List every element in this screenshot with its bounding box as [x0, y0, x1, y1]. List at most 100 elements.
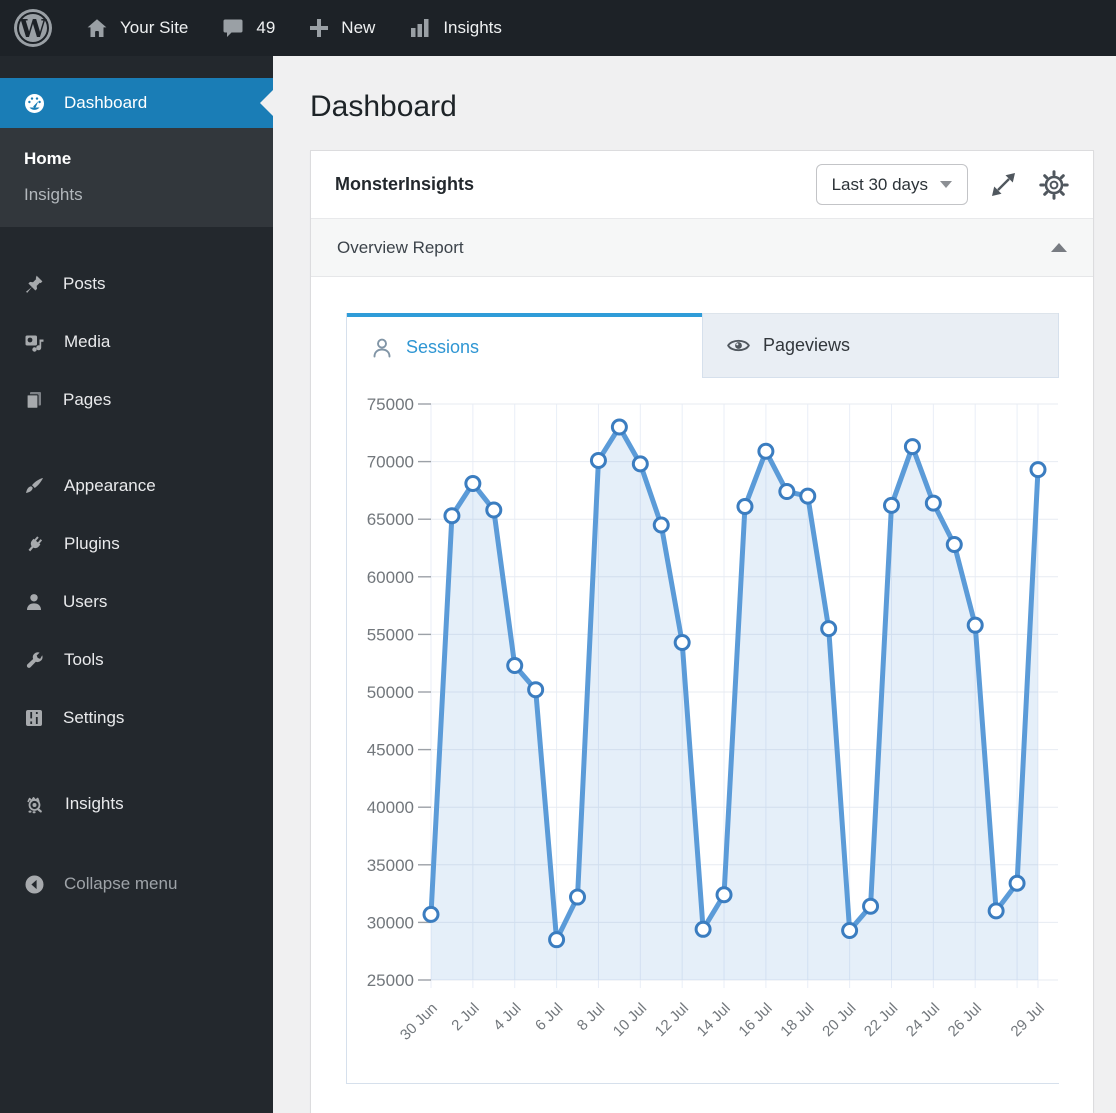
settings-sliders-icon	[26, 710, 42, 726]
sidebar-item-tools-label: Tools	[64, 650, 104, 669]
adminbar-new-label: New	[341, 18, 376, 37]
svg-text:30000: 30000	[367, 913, 414, 932]
admin-content: Dashboard MonsterInsights Last 30 days O…	[273, 56, 1116, 1113]
dashboard-submenu: Home Insights	[0, 128, 273, 227]
svg-text:50000: 50000	[367, 683, 414, 702]
eye-icon	[727, 339, 750, 352]
overview-report-title: Overview Report	[337, 237, 464, 257]
tab-pageviews-label: Pageviews	[763, 335, 851, 355]
adminbar-insights[interactable]: Insights	[408, 16, 502, 40]
sidebar-item-users-label: Users	[63, 592, 108, 611]
date-range-dropdown[interactable]: Last 30 days	[815, 164, 968, 205]
page-title: Dashboard	[310, 90, 457, 123]
menu-group-content: Posts Media Pages	[0, 255, 273, 429]
admin-bar: W Your Site 49 New Insights	[0, 0, 1116, 56]
adminbar-insights-label: Insights	[443, 18, 502, 37]
adminbar-comments[interactable]: 49	[221, 16, 275, 40]
menu-group-insights: Insights	[0, 775, 273, 833]
svg-text:2 Jul: 2 Jul	[448, 1000, 482, 1034]
plus-icon	[308, 17, 330, 39]
svg-text:24 Jul: 24 Jul	[903, 1000, 943, 1040]
svg-text:25000: 25000	[367, 971, 414, 990]
svg-text:55000: 55000	[367, 625, 414, 644]
sidebar-item-users[interactable]: Users	[0, 573, 273, 631]
svg-text:8 Jul: 8 Jul	[574, 1000, 608, 1034]
chart-block: Sessions Pageviews 25000 30000 35000 40000 4…	[346, 313, 1060, 1084]
svg-text:35000: 35000	[367, 856, 414, 875]
collapse-menu-label: Collapse menu	[64, 874, 178, 893]
tab-sessions[interactable]: Sessions	[347, 313, 702, 378]
sidebar-item-appearance[interactable]: Appearance	[0, 457, 273, 515]
widget-body: Sessions Pageviews 25000 30000 35000 40000 4…	[311, 277, 1093, 1113]
submenu-item-home[interactable]: Home	[0, 141, 273, 177]
sidebar-item-insights-label: Insights	[65, 794, 124, 813]
adminbar-your-site-label: Your Site	[120, 18, 189, 37]
svg-text:29 Jul: 29 Jul	[1008, 1000, 1048, 1040]
plug-icon	[28, 535, 43, 551]
user-icon	[27, 594, 41, 610]
svg-text:65000: 65000	[367, 510, 414, 529]
wrench-icon	[26, 651, 43, 668]
comments-icon	[221, 16, 245, 40]
svg-text:22 Jul: 22 Jul	[861, 1000, 901, 1040]
sessions-line-chart: 25000 30000 35000 40000 45000 50000 55000 60000…	[347, 378, 1060, 1083]
pages-icon	[26, 392, 41, 409]
overview-report-header[interactable]: Overview Report	[311, 219, 1093, 277]
collapse-arrow-icon	[25, 875, 44, 893]
svg-text:4 Jul: 4 Jul	[490, 1000, 524, 1034]
widget-title: MonsterInsights	[335, 174, 475, 194]
sidebar-item-settings[interactable]: Settings	[0, 689, 273, 747]
expand-report-button[interactable]	[990, 171, 1017, 198]
svg-text:30 Jun: 30 Jun	[397, 1000, 441, 1044]
wordpress-logo-ring	[17, 12, 49, 44]
svg-text:16 Jul: 16 Jul	[735, 1000, 775, 1040]
sidebar-item-plugins[interactable]: Plugins	[0, 515, 273, 573]
admin-sidebar: Dashboard Home Insights Posts Media Page…	[0, 56, 273, 1113]
widget-settings-button[interactable]	[1039, 169, 1069, 200]
home-icon	[85, 16, 109, 40]
gear-icon	[1039, 169, 1069, 200]
sidebar-item-pages-label: Pages	[63, 390, 112, 409]
sidebar-item-plugins-label: Plugins	[64, 534, 120, 553]
menu-group-site: Appearance Plugins Users Tools Settings	[0, 457, 273, 747]
sidebar-item-insights[interactable]: Insights	[0, 775, 273, 833]
tab-pageviews[interactable]: Pageviews	[702, 313, 1058, 378]
tab-sessions-label: Sessions	[406, 337, 480, 357]
svg-text:45000: 45000	[367, 741, 414, 760]
svg-text:20 Jul: 20 Jul	[819, 1000, 859, 1040]
wordpress-logo[interactable]: W	[14, 9, 52, 47]
sidebar-item-pages[interactable]: Pages	[0, 371, 273, 429]
svg-text:70000: 70000	[367, 453, 414, 472]
dashboard-gauge-icon	[25, 93, 44, 113]
sidebar-item-dashboard[interactable]: Dashboard	[0, 78, 273, 128]
paintbrush-icon	[26, 477, 43, 493]
report-tabs: Sessions Pageviews	[347, 313, 1058, 378]
media-icon	[25, 335, 44, 352]
submenu-item-insights[interactable]: Insights	[0, 177, 273, 213]
active-item-notch	[260, 90, 273, 116]
pushpin-icon	[26, 275, 43, 293]
svg-text:10 Jul: 10 Jul	[610, 1000, 650, 1040]
bar-chart-icon	[408, 16, 432, 40]
collapse-menu-button[interactable]: Collapse menu	[0, 855, 273, 913]
monsterinsights-icon	[27, 797, 42, 814]
svg-text:26 Jul: 26 Jul	[945, 1000, 985, 1040]
adminbar-comments-count: 49	[256, 18, 276, 37]
monsterinsights-widget: MonsterInsights Last 30 days Overview Re…	[310, 150, 1094, 1113]
sidebar-item-media[interactable]: Media	[0, 313, 273, 371]
sidebar-item-dashboard-label: Dashboard	[64, 93, 148, 112]
sidebar-item-posts-label: Posts	[63, 274, 106, 293]
svg-text:75000: 75000	[367, 395, 414, 414]
date-range-label: Last 30 days	[831, 174, 928, 194]
widget-header: MonsterInsights Last 30 days	[311, 151, 1093, 219]
adminbar-new[interactable]: New	[308, 17, 375, 39]
sidebar-item-settings-label: Settings	[63, 708, 125, 727]
svg-text:18 Jul: 18 Jul	[777, 1000, 817, 1040]
sidebar-item-tools[interactable]: Tools	[0, 631, 273, 689]
chevron-down-icon	[940, 181, 952, 188]
adminbar-your-site[interactable]: Your Site	[85, 16, 188, 40]
sidebar-item-posts[interactable]: Posts	[0, 255, 273, 313]
svg-text:14 Jul: 14 Jul	[694, 1000, 734, 1040]
person-icon	[373, 338, 391, 357]
collapse-section-icon[interactable]	[1051, 243, 1067, 252]
